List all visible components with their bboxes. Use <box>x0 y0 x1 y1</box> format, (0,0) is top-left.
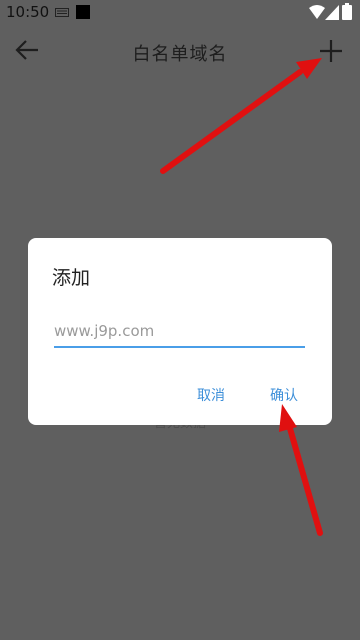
arrow-to-add-icon <box>160 58 322 174</box>
dialog-title: 添加 <box>52 267 91 289</box>
battery-icon <box>342 3 352 20</box>
wifi-icon <box>309 5 325 19</box>
signal-icon <box>325 5 339 20</box>
keyboard-icon <box>55 8 69 17</box>
cancel-button[interactable]: 取消 <box>193 383 229 407</box>
page-title: 白名单域名 <box>132 44 228 65</box>
stop-icon <box>76 5 90 19</box>
add-domain-dialog: 添加 取消 确认 <box>28 238 332 425</box>
status-time: 10:50 <box>6 3 50 21</box>
confirm-button[interactable]: 确认 <box>266 383 302 407</box>
domain-input[interactable] <box>54 318 305 348</box>
app-bar: 白名单域名 <box>0 26 360 74</box>
plus-icon[interactable] <box>318 38 344 64</box>
status-bar: 10:50 <box>0 0 360 26</box>
